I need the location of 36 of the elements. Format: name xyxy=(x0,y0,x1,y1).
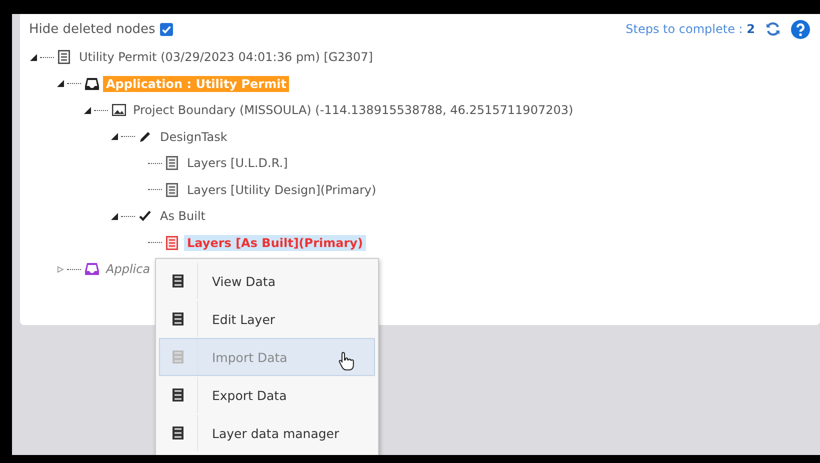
check-icon xyxy=(139,210,151,222)
inbox-icon xyxy=(85,76,99,91)
help-icon[interactable] xyxy=(791,20,810,38)
list-icon xyxy=(58,50,70,64)
inbox-icon xyxy=(85,262,99,276)
menu-item[interactable]: Export Data xyxy=(159,376,375,414)
tree-node[interactable]: Layers [U.L.D.R.] xyxy=(184,155,291,172)
hide-deleted-label: Hide deleted nodes xyxy=(29,22,156,36)
tree-node[interactable]: As Built xyxy=(157,208,208,224)
table-icon xyxy=(172,312,184,326)
menu-item[interactable]: Layer data manager xyxy=(159,414,375,452)
expander-icon[interactable] xyxy=(57,80,64,88)
tree-node[interactable]: Project Boundary (MISSOULA) (-114.138915538788, 46.2515711907203) xyxy=(130,102,576,118)
tree-node[interactable]: Applica xyxy=(103,261,154,278)
table-icon xyxy=(172,426,184,440)
refresh-icon[interactable] xyxy=(765,21,781,37)
table-icon xyxy=(172,274,184,288)
hide-deleted-checkbox[interactable] xyxy=(160,22,174,36)
tree-node[interactable]: DesignTask xyxy=(157,128,230,145)
expander-icon[interactable] xyxy=(84,106,91,114)
tree-node[interactable]: Layers [Utility Design](Primary) xyxy=(184,182,380,198)
hand-cursor-icon xyxy=(338,351,354,371)
table-icon xyxy=(172,388,184,402)
table-icon xyxy=(172,350,184,364)
expander-icon[interactable] xyxy=(111,133,118,140)
layer-icon xyxy=(166,182,178,197)
expander-icon[interactable] xyxy=(111,212,118,220)
menu-item[interactable]: View Data xyxy=(159,262,375,300)
tree-node[interactable]: Utility Permit (03/29/2023 04:01:36 pm) [G2307] xyxy=(76,49,376,66)
layer-icon xyxy=(166,156,178,170)
image-icon xyxy=(112,104,126,116)
expander-icon[interactable] xyxy=(30,54,37,61)
layer-icon xyxy=(166,236,178,250)
steps-to-complete: Steps to complete : 2 xyxy=(626,22,755,36)
pencil-icon xyxy=(139,130,151,143)
menu-item[interactable]: Edit Layer xyxy=(159,300,375,338)
